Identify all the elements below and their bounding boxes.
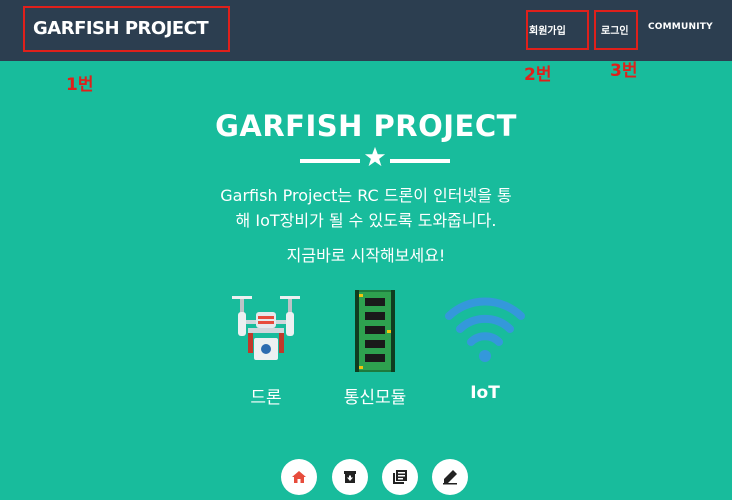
feature-module: 통신모듈 — [320, 290, 430, 408]
library-button[interactable] — [382, 459, 418, 495]
edit-icon — [443, 470, 457, 485]
feature-drone-label: 드론 — [250, 388, 282, 408]
wifi-icon — [445, 297, 525, 362]
feature-iot: IoT — [430, 290, 540, 403]
hero-cta-text: 지금바로 시작해보세요! — [286, 246, 446, 265]
star-icon — [364, 146, 386, 167]
hero-title: GARFISH PROJECT — [215, 109, 517, 143]
annotation-box-2 — [526, 10, 589, 50]
feature-module-label: 통신모듈 — [343, 388, 407, 408]
home-button[interactable] — [281, 459, 317, 495]
home-icon — [292, 471, 306, 483]
archive-icon — [344, 471, 356, 483]
annotation-label-1: 1번 — [66, 75, 94, 95]
drone-icon — [232, 296, 300, 360]
library-icon — [393, 470, 407, 484]
divider-line-right — [390, 159, 450, 163]
community-link[interactable]: COMMUNITY — [648, 22, 713, 32]
annotation-box-3 — [594, 10, 638, 50]
annotation-box-1 — [23, 6, 230, 52]
archive-button[interactable] — [332, 459, 368, 495]
annotation-label-3: 3번 — [610, 61, 638, 81]
star-divider — [300, 146, 450, 167]
edit-button[interactable] — [432, 459, 468, 495]
annotation-label-2: 2번 — [524, 65, 552, 85]
circuit-board-icon — [355, 290, 395, 372]
feature-drone: 드론 — [211, 290, 321, 408]
feature-iot-label: IoT — [470, 383, 500, 403]
divider-line-left — [300, 159, 360, 163]
hero-description-line1: Garfish Project는 RC 드론이 인터넷을 통 — [220, 186, 512, 205]
hero-description-line2: 해 IoT장비가 될 수 있도록 도와줍니다. — [235, 211, 497, 230]
